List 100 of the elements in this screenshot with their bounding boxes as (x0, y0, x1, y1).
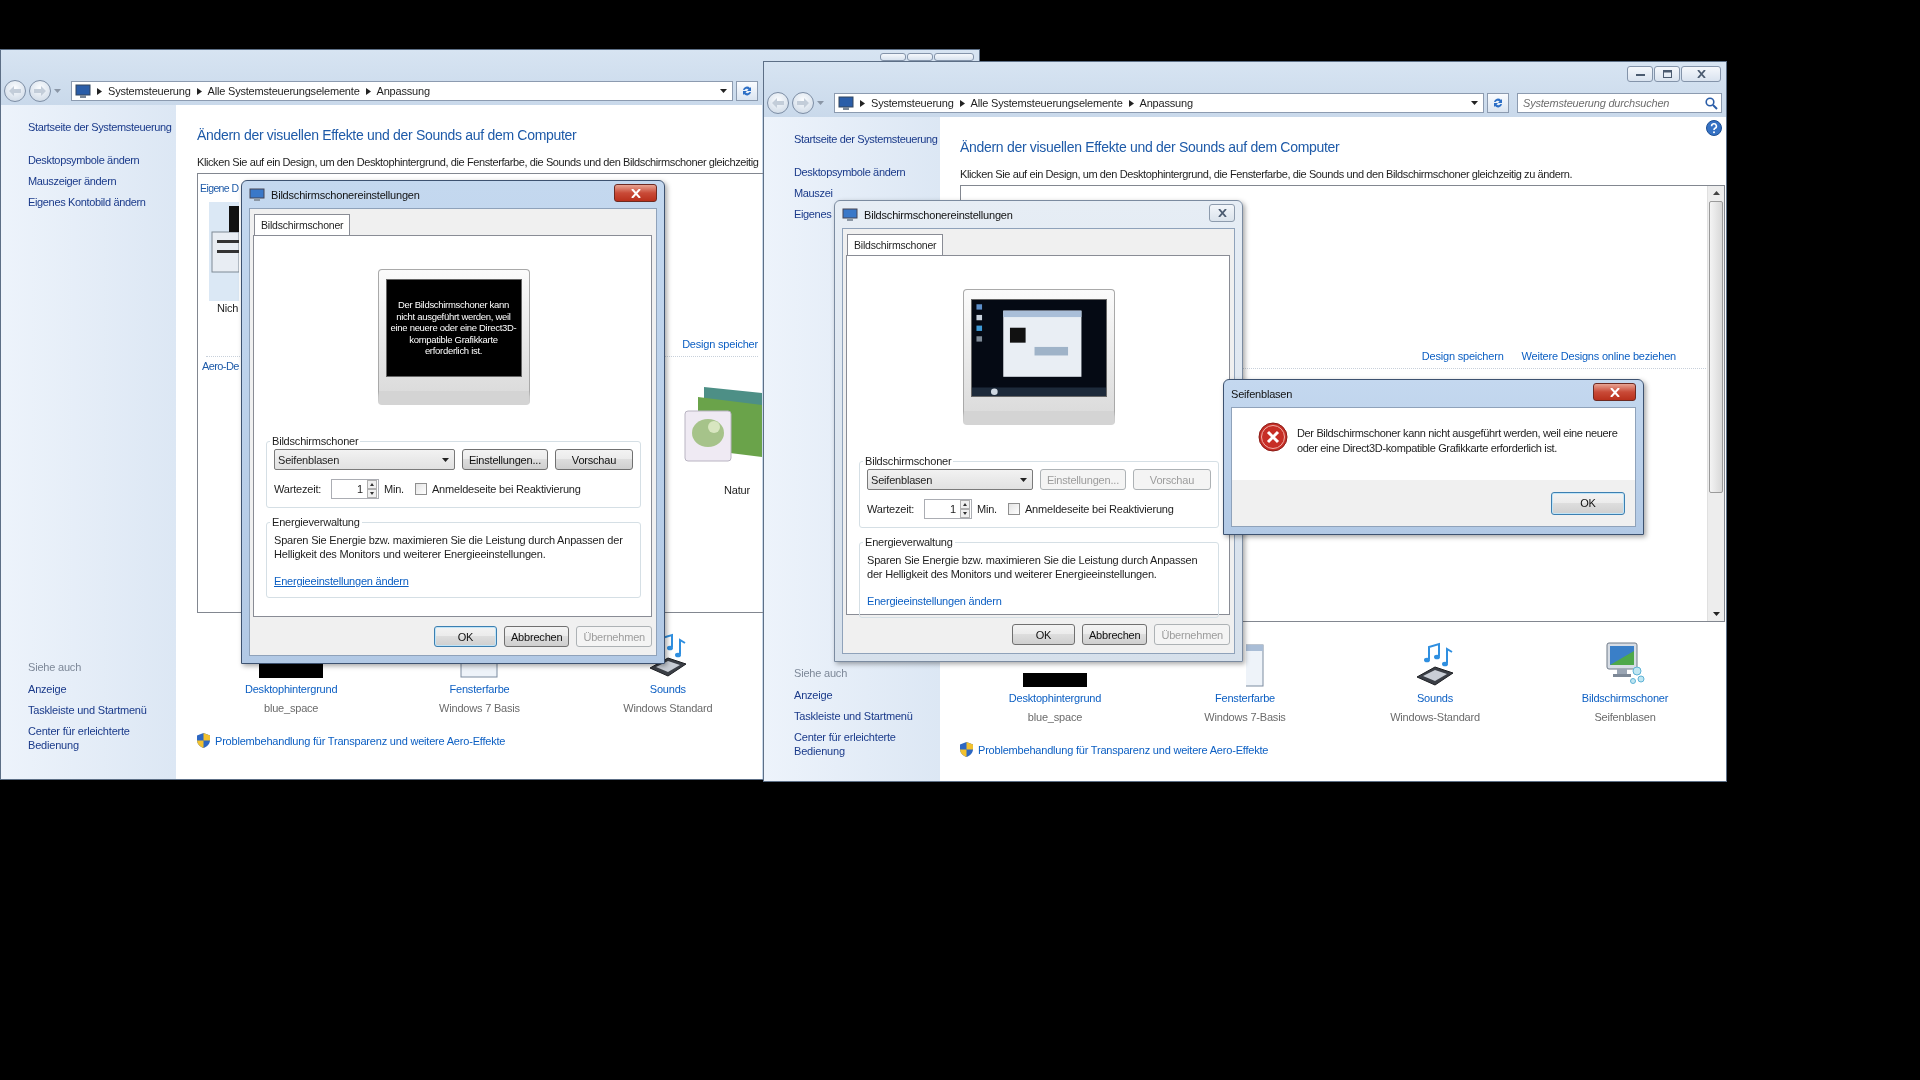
monitor-icon[interactable] (1603, 641, 1647, 687)
sidebar-link[interactable]: Mauszeiger ändern (28, 174, 117, 188)
section-label: Siehe auch (794, 666, 848, 681)
link[interactable]: Energieeinstellungen ändern (867, 595, 1002, 607)
caret-icon[interactable] (720, 89, 727, 93)
setting-value: blue_space (1027, 710, 1083, 724)
dialog-button[interactable]: Abbrechen (504, 626, 570, 647)
setting-link[interactable]: Desktophintergrund (244, 682, 338, 696)
dialog-button[interactable]: OK (434, 626, 497, 647)
sidebar-link[interactable]: Center für erleichterte Bedienung (794, 726, 924, 761)
description-text: Sparen Sie Energie bzw. maximieren Sie die Leistung durch Anpassen der Helligkeit des Monitors und weiterer Energieeinstellungen. (867, 553, 1199, 581)
refresh-icon (1491, 96, 1505, 110)
theme-thumbnail[interactable] (209, 202, 239, 301)
link[interactable]: Weitere Designs online beziehen (1521, 350, 1676, 362)
back-button[interactable] (4, 80, 26, 102)
help-icon[interactable] (1706, 120, 1722, 136)
sidebar-link[interactable]: Startseite der Systemsteuerung (28, 120, 172, 134)
checkbox[interactable] (1008, 503, 1020, 515)
intro-text: Klicken Sie auf ein Design, um den Desktophintergrund, die Fensterfarbe, die Sounds und den Bildschirmschoner gleichzeitig zu ändern. (960, 167, 1574, 181)
close-button[interactable] (1593, 383, 1636, 401)
caret-icon (54, 89, 61, 93)
setting-value: blue_space (264, 701, 319, 715)
sidebar-link[interactable]: Eigenes Kontobild ändern (28, 195, 146, 209)
back-button[interactable] (767, 92, 789, 114)
close-button[interactable] (614, 184, 657, 202)
minimize-button[interactable] (1627, 66, 1653, 82)
setting-link[interactable]: Sounds (1416, 691, 1454, 705)
search-field[interactable]: Systemsteuerung durchsuchen (1517, 93, 1722, 113)
breadcrumb-item[interactable]: Alle Systemsteuerungselemente (970, 97, 1123, 109)
address-bar[interactable]: Systemsteuerung Alle Systemsteuerungselemente Anpassung (71, 81, 733, 101)
arrow-up-icon[interactable] (1712, 191, 1720, 195)
sidebar-link[interactable]: Anzeige (794, 684, 833, 705)
refresh-button[interactable] (736, 81, 758, 101)
setting-link[interactable]: Fensterfarbe (449, 682, 510, 696)
sidebar-link[interactable]: Eigenes (794, 207, 832, 221)
arrow-left-icon (772, 98, 784, 108)
caret-icon[interactable] (1471, 101, 1478, 105)
dialog-button[interactable]: Einstellungen... (461, 449, 548, 470)
breadcrumb-item[interactable]: Alle Systemsteuerungselemente (207, 85, 360, 97)
breadcrumb-item[interactable]: Anpassung (376, 85, 430, 97)
setting-value: Windows 7 Basis (439, 701, 520, 715)
number-field[interactable]: 1 (924, 499, 972, 519)
link[interactable]: Design speichern (1421, 350, 1504, 362)
forward-button[interactable] (29, 80, 51, 102)
dropdown[interactable]: Seifenblasen (867, 469, 1033, 490)
breadcrumb-item[interactable]: Anpassung (1139, 97, 1193, 109)
breadcrumb-arrow-icon (97, 87, 102, 95)
setting-link[interactable]: Bildschirmschoner (1581, 691, 1669, 705)
link[interactable]: Problembehandlung für Transparenz und weitere Aero-Effekte (215, 734, 506, 747)
link[interactable]: Energieeinstellungen ändern (274, 575, 409, 587)
spin-arrows-icon[interactable] (960, 500, 970, 518)
close-button[interactable] (1681, 66, 1721, 82)
setting-link[interactable]: Sounds (649, 682, 686, 696)
forward-button[interactable] (792, 92, 814, 114)
section-label: Siehe auch (28, 660, 82, 675)
number-field[interactable]: 1 (331, 479, 379, 499)
close-icon (630, 188, 641, 198)
search-icon[interactable] (1705, 96, 1718, 110)
maximize-button[interactable] (1654, 66, 1680, 82)
minimize-icon (1635, 72, 1645, 76)
sidebar-link[interactable]: Center für erleichterte Bedienung (28, 720, 158, 755)
setting-value: Seifenblasen (1594, 710, 1656, 724)
scrollbar[interactable] (1707, 186, 1724, 621)
setting-value: Windows 7-Basis (1204, 710, 1286, 724)
theme-label: Natur (723, 483, 751, 497)
sidebar-link[interactable]: Taskleiste und Startmenü (794, 705, 913, 726)
sidebar-link[interactable]: Desktopsymbole ändern (794, 165, 906, 179)
close-icon (1217, 209, 1227, 217)
group-label: Bildschirmschoner (271, 435, 360, 447)
breadcrumb-arrow-icon (959, 99, 965, 107)
checkbox-label: Anmeldeseite bei Reaktivierung (1025, 503, 1174, 515)
sidebar-link[interactable]: Startseite der Systemsteuerung (794, 132, 938, 146)
sidebar-link[interactable]: Mauszei (794, 186, 833, 200)
breadcrumb-item[interactable]: Systemsteuerung (108, 85, 191, 97)
sidebar-link[interactable]: Desktopsymbole ändern (28, 153, 140, 167)
description-text: Sparen Sie Energie bzw. maximieren Sie die Leistung durch Anpassen der Helligkeit des Monitors und weiterer Energieeinstellungen. (274, 533, 624, 561)
setting-link[interactable]: Desktophintergrund (1008, 691, 1102, 705)
link[interactable]: Problembehandlung für Transparenz und weitere Aero-Effekte (978, 743, 1269, 756)
tab[interactable]: Bildschirmschoner (254, 214, 351, 235)
arrow-left-icon (9, 86, 21, 96)
dialog-button[interactable]: Vorschau (555, 449, 633, 470)
sidebar-link[interactable]: Taskleiste und Startmenü (28, 699, 147, 720)
sidebar-link[interactable]: Anzeige (28, 678, 67, 699)
breadcrumb-item[interactable]: Systemsteuerung (871, 97, 954, 109)
arrow-down-icon[interactable] (1712, 612, 1720, 616)
setting-link[interactable]: Fensterfarbe (1215, 691, 1275, 705)
spin-arrows-icon[interactable] (367, 480, 377, 498)
breadcrumb-arrow-icon (196, 87, 202, 95)
refresh-button[interactable] (1487, 93, 1509, 113)
checkbox[interactable] (415, 483, 427, 495)
group-heading: Aero-De (202, 360, 239, 372)
shield-icon (960, 742, 973, 757)
unit-label: Min. (384, 483, 404, 495)
close-icon (1696, 70, 1706, 78)
message-text: Der Bildschirmschoner kann nicht ausgeführt werden, weil eine neuere oder eine Direct3D-kompatible Grafikkarte erforderlich ist. (1297, 426, 1619, 456)
link[interactable]: Design speicher (682, 338, 758, 350)
dropdown[interactable]: Seifenblasen (274, 449, 455, 470)
address-bar[interactable]: Systemsteuerung Alle Systemsteuerungselemente Anpassung (834, 93, 1484, 113)
setting-value: Windows-Standard (1390, 710, 1480, 724)
dialog-button[interactable]: OK (1551, 491, 1625, 515)
